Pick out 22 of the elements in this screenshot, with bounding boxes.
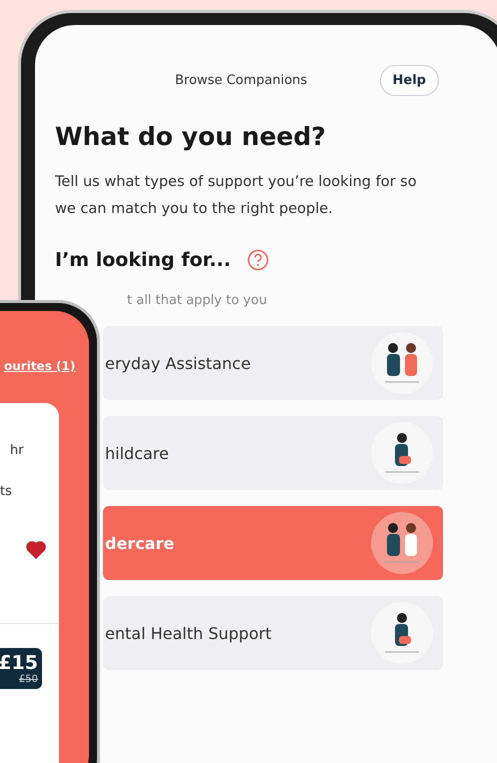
hint-text: t all that apply to you	[127, 293, 268, 308]
option-label: dercare	[105, 534, 174, 552]
heart-icon[interactable]	[26, 541, 46, 559]
section-title: I’m looking for...	[55, 249, 231, 271]
card-text: hr	[10, 443, 25, 458]
option-card[interactable]: eryday Assistance	[103, 326, 443, 400]
option-label: ental Health Support	[105, 624, 272, 642]
people-illustration	[371, 422, 433, 484]
option-card[interactable]: ental Health Support	[103, 596, 443, 670]
option-card[interactable]: hildcare	[103, 416, 443, 490]
header-title: Browse Companions	[175, 73, 308, 88]
option-label: hildcare	[105, 444, 169, 462]
help-button[interactable]: Help	[380, 65, 439, 96]
help-icon[interactable]	[246, 249, 269, 271]
description: Tell us what types of support you’re looking for so we can match you to the right people.	[55, 173, 418, 219]
card-text: ts	[0, 484, 13, 499]
people-illustration	[371, 512, 433, 574]
option-label: eryday Assistance	[105, 354, 251, 372]
people-illustration	[371, 602, 433, 664]
old-price: £50	[18, 674, 38, 685]
page-title: What do you need?	[55, 122, 327, 151]
people-illustration	[371, 332, 433, 394]
